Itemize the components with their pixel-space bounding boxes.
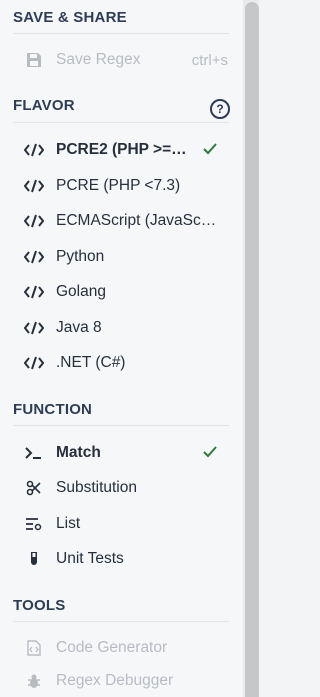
function-item-substitution[interactable]: Substitution [20, 474, 230, 502]
function-item-list[interactable]: List [20, 510, 230, 538]
code-icon [20, 211, 48, 231]
help-icon[interactable]: ? [210, 99, 230, 119]
divider [13, 33, 229, 34]
code-icon [20, 176, 48, 196]
divider [13, 621, 229, 622]
flavor-item-pcre[interactable]: PCRE (PHP <7.3) [20, 172, 230, 200]
tools-item-regex-debugger[interactable]: Regex Debugger [20, 667, 230, 695]
divider [13, 122, 229, 123]
code-icon [20, 247, 48, 267]
flavor-item-pcre2[interactable]: PCRE2 (PHP >=… [20, 136, 230, 164]
section-title-function: FUNCTION [13, 401, 93, 418]
function-label: Substitution [56, 479, 137, 496]
flavor-item-golang[interactable]: Golang [20, 278, 230, 306]
divider [13, 425, 229, 426]
flavor-label: ECMAScript (JavaSc… [56, 212, 217, 229]
scrollbar-thumb[interactable] [245, 2, 259, 697]
terminal-icon [20, 443, 48, 463]
list-settings-icon [20, 514, 48, 534]
flavor-label: Python [56, 248, 105, 265]
flavor-item-dotnet[interactable]: .NET (C#) [20, 349, 230, 377]
save-icon [20, 50, 48, 70]
bug-icon [20, 671, 48, 691]
check-icon [202, 141, 218, 157]
flavor-label: Golang [56, 283, 106, 300]
tools-item-code-generator[interactable]: Code Generator [20, 634, 230, 662]
flavor-label: Java 8 [56, 319, 102, 336]
save-shortcut: ctrl+s [191, 52, 228, 69]
function-item-unit-tests[interactable]: Unit Tests [20, 545, 230, 573]
section-title-tools: TOOLS [13, 597, 66, 614]
code-icon [20, 140, 48, 160]
flavor-item-ecmascript[interactable]: ECMAScript (JavaSc… [20, 207, 230, 235]
function-label: Unit Tests [56, 550, 124, 567]
section-title-save-share: SAVE & SHARE [13, 9, 127, 26]
code-icon [20, 318, 48, 338]
scissors-icon [20, 478, 48, 498]
section-title-flavor: FLAVOR [13, 97, 75, 114]
flavor-label: .NET (C#) [56, 354, 126, 371]
code-file-icon [20, 638, 48, 658]
save-regex-item[interactable]: Save Regex ctrl+s [20, 46, 230, 74]
flavor-item-java8[interactable]: Java 8 [20, 314, 230, 342]
code-icon [20, 353, 48, 373]
flavor-item-python[interactable]: Python [20, 243, 230, 271]
function-item-match[interactable]: Match [20, 439, 230, 467]
tools-label: Code Generator [56, 639, 168, 656]
tools-label: Regex Debugger [56, 672, 174, 689]
flavor-label: PCRE (PHP <7.3) [56, 177, 181, 194]
check-icon [202, 444, 218, 460]
sidebar-panel: SAVE & SHARE Save Regex ctrl+s FLAVOR ? … [0, 0, 243, 697]
function-label: List [56, 515, 81, 532]
code-icon [20, 282, 48, 302]
test-tube-icon [20, 549, 48, 569]
